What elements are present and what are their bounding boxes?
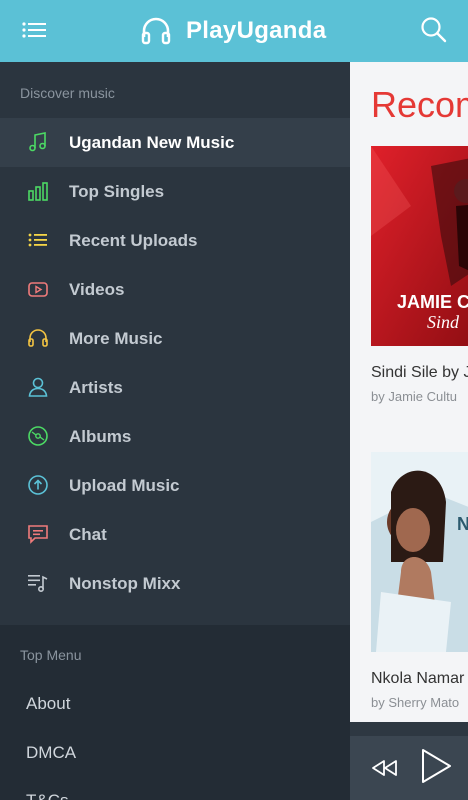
navigation-drawer: Discover music Ugandan New Music Top Sin… — [0, 62, 350, 800]
upload-icon — [26, 473, 50, 497]
main-content: Recom JAMIE C Sind Sindi Sile by J by Ja… — [350, 62, 468, 722]
app-title: PlayUganda — [186, 17, 327, 44]
section-label-discover: Discover music — [20, 85, 115, 101]
player-divider — [350, 722, 468, 736]
nav-item-label: Artists — [69, 377, 123, 397]
disc-icon — [26, 424, 50, 448]
section-label-top-menu: Top Menu — [20, 647, 82, 663]
nav-item-label: Videos — [69, 279, 125, 299]
nav-item-more-music[interactable]: More Music — [0, 314, 350, 363]
card-artist: by Jamie Cultu — [371, 389, 457, 404]
nav-item-upload-music[interactable]: Upload Music — [0, 461, 350, 510]
top-menu-item-tcs[interactable]: T&Cs — [26, 791, 69, 800]
playlist-icon — [26, 571, 50, 595]
nav-item-label: Recent Uploads — [69, 230, 198, 250]
nav-item-label: Chat — [69, 524, 107, 544]
app-logo[interactable]: PlayUganda — [140, 14, 326, 48]
album-art-text: Sind — [427, 312, 460, 332]
music-note-icon — [26, 130, 50, 154]
card-title[interactable]: Sindi Sile by J — [371, 364, 468, 382]
rewind-icon[interactable] — [370, 754, 398, 782]
mini-player — [350, 736, 468, 800]
nav-item-artists[interactable]: Artists — [0, 363, 350, 412]
search-icon[interactable] — [418, 14, 450, 46]
nav-item-label: More Music — [69, 328, 163, 348]
nav-item-videos[interactable]: Videos — [0, 265, 350, 314]
nav-item-label: Upload Music — [69, 475, 180, 495]
nav-item-label: Ugandan New Music — [69, 132, 235, 152]
nav-item-nonstop-mixx[interactable]: Nonstop Mixx — [0, 559, 350, 608]
nav-item-label: Top Singles — [69, 181, 165, 201]
nav-item-top-singles[interactable]: Top Singles — [0, 167, 350, 216]
top-menu-item-about[interactable]: About — [26, 694, 70, 714]
nav-item-label: Albums — [69, 426, 132, 446]
section-heading: Recom — [371, 84, 468, 125]
headphones-icon — [26, 326, 50, 350]
app-header: PlayUganda — [0, 0, 468, 62]
play-icon[interactable] — [418, 746, 454, 786]
album-art-text: N — [457, 514, 468, 534]
album-art[interactable]: N — [371, 452, 468, 652]
youtube-icon — [26, 277, 50, 301]
nav-item-chat[interactable]: Chat — [0, 510, 350, 559]
nav-item-ugandan-new-music[interactable]: Ugandan New Music — [0, 118, 350, 167]
top-menu-item-dmca[interactable]: DMCA — [26, 743, 76, 763]
list-icon — [26, 228, 50, 252]
nav-item-label: Nonstop Mixx — [69, 573, 181, 593]
menu-icon[interactable] — [14, 14, 54, 46]
card-title[interactable]: Nkola Namar — [371, 670, 464, 688]
bar-chart-icon — [26, 179, 50, 203]
nav-item-recent-uploads[interactable]: Recent Uploads — [0, 216, 350, 265]
card-artist: by Sherry Mato — [371, 695, 460, 710]
album-art[interactable]: JAMIE C Sind — [371, 146, 468, 346]
user-icon — [26, 375, 50, 399]
album-art-text: JAMIE C — [397, 292, 468, 312]
chat-icon — [26, 522, 50, 546]
nav-item-albums[interactable]: Albums — [0, 412, 350, 461]
top-menu-section: Top Menu About DMCA T&Cs — [0, 625, 350, 800]
headphones-icon — [140, 15, 172, 47]
